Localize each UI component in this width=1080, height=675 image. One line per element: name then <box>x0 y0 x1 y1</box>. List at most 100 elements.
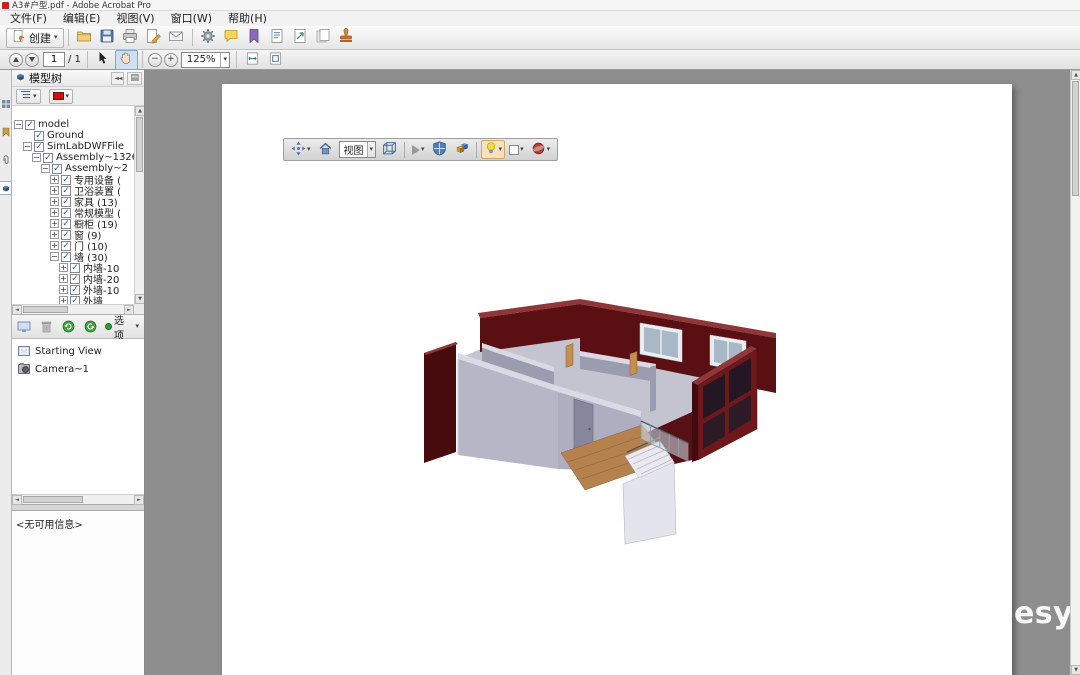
tree-vertical-scrollbar[interactable]: ▲ ▼ <box>134 106 144 304</box>
delete-view-button[interactable] <box>37 318 55 336</box>
combine-files-button[interactable] <box>312 28 335 48</box>
export-pdf-button[interactable] <box>289 28 312 48</box>
play-animation-button[interactable]: ▾ <box>409 140 428 159</box>
print-button[interactable] <box>119 28 142 48</box>
create-button[interactable]: 创建 ▾ <box>6 28 64 48</box>
tree-item-checkbox[interactable]: ✓ <box>61 208 71 218</box>
scroll-down-button[interactable]: ▼ <box>135 294 144 304</box>
tree-item[interactable]: +✓橱柜 (19) <box>12 218 134 229</box>
open-file-button[interactable] <box>73 28 96 48</box>
tree-item-checkbox[interactable]: ✓ <box>61 175 71 185</box>
page-number-input[interactable] <box>43 52 65 67</box>
tree-item[interactable]: −✓Assembly~1326 <box>12 152 134 163</box>
tree-expander-toggle[interactable]: + <box>50 219 59 228</box>
email-button[interactable] <box>165 28 188 48</box>
tree-expander-toggle[interactable]: + <box>50 230 59 239</box>
panel-splitter[interactable] <box>12 504 144 511</box>
tree-item[interactable]: +✓门 (10) <box>12 240 134 251</box>
scroll-down-button[interactable]: ▼ <box>1071 665 1080 675</box>
tree-item-checkbox[interactable]: ✓ <box>70 296 80 305</box>
fit-width-button[interactable] <box>241 50 264 70</box>
scroll-left-button[interactable]: ◄ <box>12 495 22 505</box>
tree-item[interactable]: −✓model <box>12 119 134 130</box>
tree-expander-toggle[interactable]: + <box>50 197 59 206</box>
tree-item-checkbox[interactable]: ✓ <box>52 164 62 174</box>
tree-expander-toggle[interactable]: − <box>50 252 59 261</box>
view-item[interactable]: Starting View <box>12 342 144 360</box>
view-select[interactable]: 视图 ▾ <box>339 141 377 158</box>
views-grid-button[interactable] <box>379 140 400 159</box>
scroll-right-button[interactable]: ► <box>124 305 134 315</box>
tree-item-checkbox[interactable]: ✓ <box>61 186 71 196</box>
select-tool-button[interactable] <box>92 50 115 70</box>
update-views-button[interactable] <box>59 318 77 336</box>
scrollbar-thumb[interactable] <box>1072 81 1079 196</box>
rotate-tool-button[interactable]: ▾ <box>288 140 314 159</box>
bookmarks-tab[interactable] <box>0 126 11 138</box>
tree-item-checkbox[interactable]: ✓ <box>70 274 80 284</box>
collapse-panel-button[interactable]: ◄◄ <box>111 72 124 85</box>
menu-item[interactable]: 帮助(H) <box>220 11 275 26</box>
attachments-tab[interactable] <box>0 154 11 166</box>
tree-expander-toggle[interactable]: − <box>32 153 41 162</box>
tree-item-checkbox[interactable]: ✓ <box>70 285 80 295</box>
tree-item[interactable]: ✓Ground <box>12 130 134 141</box>
tree-item-checkbox[interactable]: ✓ <box>43 153 53 163</box>
page-thumbnails-tab[interactable] <box>0 98 11 110</box>
tree-expander-toggle[interactable]: + <box>50 175 59 184</box>
zoom-in-button[interactable]: + <box>164 53 178 67</box>
scroll-up-button[interactable]: ▲ <box>1071 70 1080 80</box>
tree-item-checkbox[interactable]: ✓ <box>34 131 44 141</box>
zoom-level-select[interactable]: 125% ▾ <box>181 52 230 68</box>
scroll-right-button[interactable]: ► <box>134 495 144 505</box>
refresh-views-button[interactable] <box>81 318 99 336</box>
projection-button[interactable] <box>429 140 450 159</box>
comment-button[interactable] <box>220 28 243 48</box>
attachments-button[interactable] <box>266 28 289 48</box>
cross-section-button[interactable]: ▾ <box>528 140 554 159</box>
tree-item-checkbox[interactable]: ✓ <box>34 142 44 152</box>
tree-item-checkbox[interactable]: ✓ <box>61 197 71 207</box>
tree-horizontal-scrollbar[interactable]: ◄ ► <box>12 304 134 314</box>
scroll-left-button[interactable]: ◄ <box>12 305 22 315</box>
tree-item-checkbox[interactable]: ✓ <box>70 263 80 273</box>
create-view-button[interactable] <box>15 318 33 336</box>
scroll-up-button[interactable]: ▲ <box>135 106 144 116</box>
background-color-button[interactable]: ▾ <box>506 140 527 159</box>
settings-button[interactable] <box>197 28 220 48</box>
scrollbar-thumb[interactable] <box>23 306 68 313</box>
menu-item[interactable]: 编辑(E) <box>55 11 109 26</box>
menu-item[interactable]: 视图(V) <box>108 11 162 26</box>
3d-model-canvas[interactable] <box>420 294 790 549</box>
model-tree-tab[interactable] <box>0 182 11 194</box>
zoom-out-button[interactable]: − <box>148 53 162 67</box>
tree-expander-toggle[interactable]: + <box>59 285 68 294</box>
tree-view-options-button[interactable]: ▾ <box>16 89 41 104</box>
tree-expander-toggle[interactable]: − <box>41 164 50 173</box>
view-item[interactable]: Camera~1 <box>12 360 144 378</box>
tree-expander-toggle[interactable]: + <box>50 241 59 250</box>
tree-item-checkbox[interactable]: ✓ <box>61 252 71 262</box>
tree-expander-toggle[interactable]: + <box>59 274 68 283</box>
tree-item-checkbox[interactable]: ✓ <box>61 219 71 229</box>
model-render-mode-button[interactable] <box>451 140 472 159</box>
highlight-color-button[interactable]: ▾ <box>49 89 74 104</box>
menu-item[interactable]: 窗口(W) <box>163 11 220 26</box>
scrollbar-thumb[interactable] <box>136 117 143 172</box>
tree-expander-toggle[interactable]: − <box>23 142 32 151</box>
tree-expander-toggle[interactable]: + <box>50 208 59 217</box>
previous-page-button[interactable] <box>9 53 23 67</box>
extra-lighting-button[interactable]: ▾ <box>481 140 506 159</box>
tree-item[interactable]: −✓SimLabDWFFile <box>12 141 134 152</box>
panel-options-button[interactable]: ▤ <box>127 72 142 85</box>
views-horizontal-scrollbar[interactable]: ◄ ► <box>12 494 144 504</box>
default-view-button[interactable] <box>315 140 336 159</box>
tree-item-checkbox[interactable]: ✓ <box>25 120 35 130</box>
edit-document-button[interactable] <box>142 28 165 48</box>
next-page-button[interactable] <box>25 53 39 67</box>
tree-item[interactable]: +✓外墙-10 <box>12 284 134 295</box>
tree-item-checkbox[interactable]: ✓ <box>61 230 71 240</box>
fit-page-button[interactable] <box>264 50 287 70</box>
stamp-button[interactable] <box>335 28 358 48</box>
hand-tool-button[interactable] <box>115 50 138 70</box>
